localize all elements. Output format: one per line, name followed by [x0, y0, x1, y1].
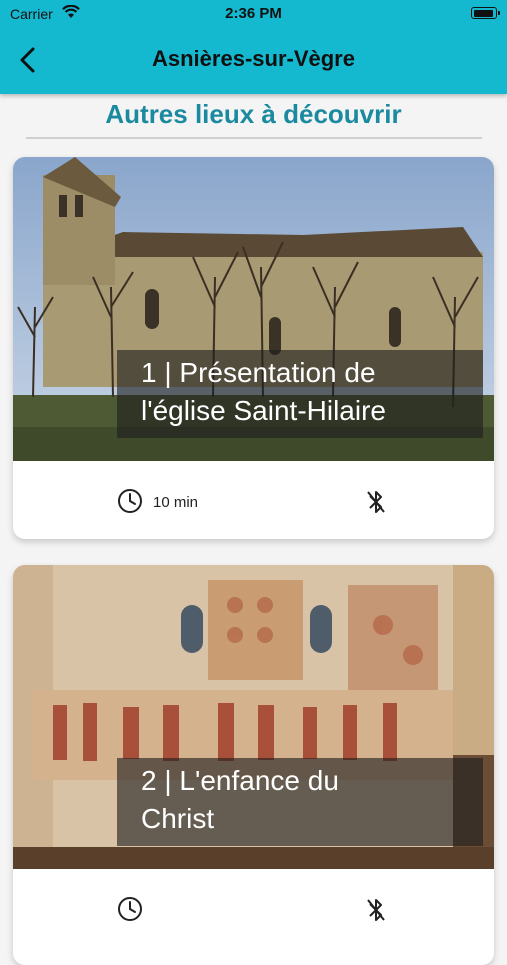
bluetooth-off-icon	[367, 899, 385, 921]
place-card[interactable]: 1 | Présentation de l'église Saint-Hilai…	[13, 157, 494, 539]
section-divider	[26, 137, 482, 139]
card-meta	[13, 869, 494, 947]
caption-line-1: 2 | L'enfance du	[141, 765, 339, 796]
caption-line-2: Christ	[141, 803, 215, 834]
clock-icon	[118, 489, 142, 513]
clock-time: 2:36 PM	[225, 5, 282, 22]
place-card[interactable]: 2 | L'enfance du Christ	[13, 565, 494, 965]
page-title: Asnières-sur-Vègre	[152, 46, 355, 71]
section-title: Autres lieux à découvrir	[105, 99, 402, 129]
duration-label: 10 min	[153, 494, 199, 511]
caption-line-1: 1 | Présentation de	[141, 357, 376, 388]
caption-line-2: l'église Saint-Hilaire	[141, 395, 386, 426]
battery-icon	[471, 7, 500, 19]
status-bar: Carrier 2:36 PM	[0, 0, 507, 30]
card-caption: 2 | L'enfance du Christ	[117, 758, 483, 846]
card-meta: 10 min	[13, 461, 494, 539]
navigation-header: Carrier 2:36 PM Asnières-sur-Vègre	[0, 0, 507, 94]
card-caption: 1 | Présentation de l'église Saint-Hilai…	[117, 350, 483, 438]
bluetooth-off-icon	[367, 491, 385, 513]
